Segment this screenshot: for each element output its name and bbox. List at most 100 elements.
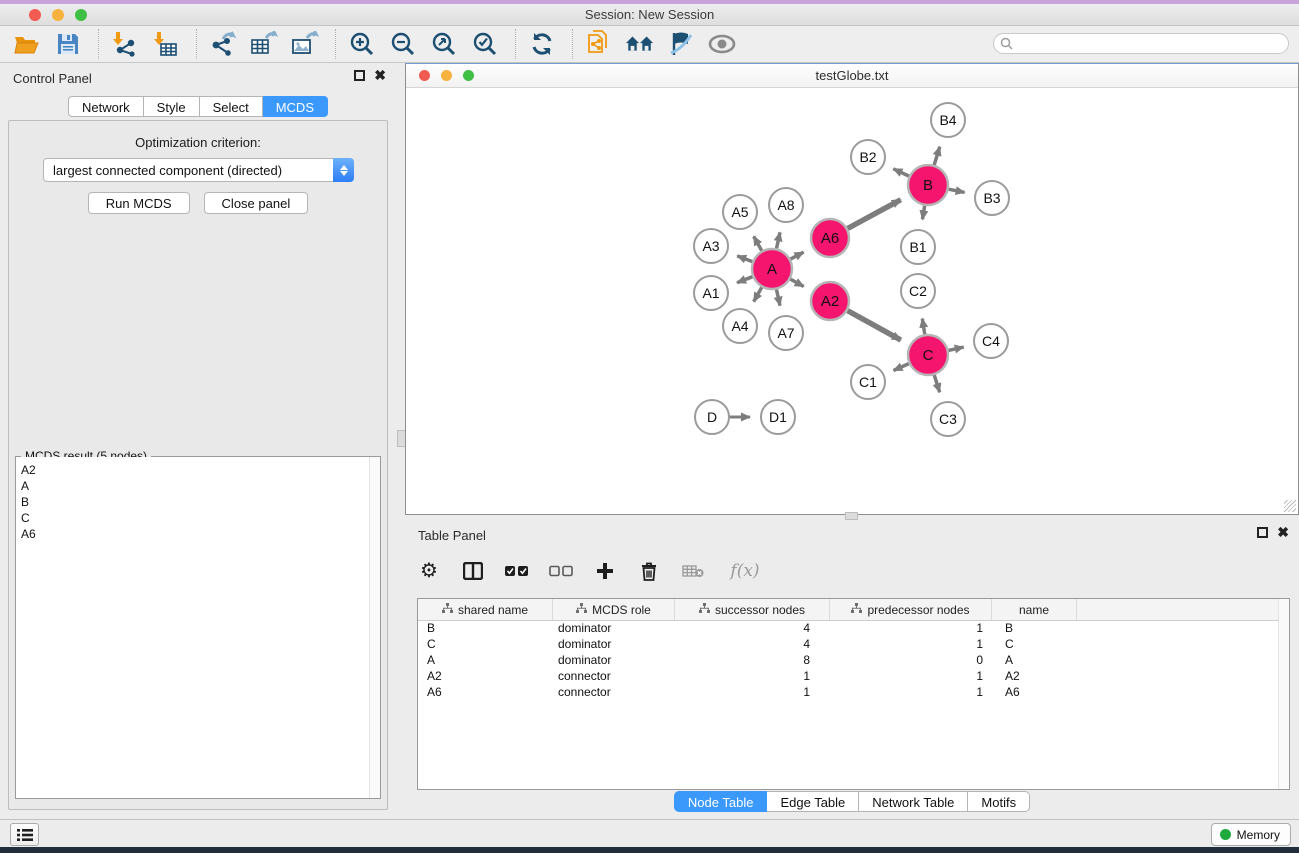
save-session-icon[interactable] [53,29,83,59]
export-table-icon[interactable] [249,29,279,59]
close-panel-icon[interactable]: ✖ [1277,527,1289,538]
graph-node-label: C4 [982,333,1000,349]
table-header-row: shared nameMCDS rolesuccessor nodesprede… [418,599,1289,621]
float-panel-icon[interactable] [354,70,365,81]
graph-edge-A-A2[interactable] [790,279,803,286]
table-cell: C [992,637,1077,653]
criterion-dropdown[interactable]: largest connected component (directed) [43,158,354,182]
tab-network-table[interactable]: Network Table [859,791,968,812]
run-mcds-button[interactable]: Run MCDS [88,192,190,214]
zoom-in-icon[interactable] [347,29,377,59]
table-row[interactable]: Cdominator41C [418,637,1289,653]
zoom-selected-icon[interactable] [470,29,500,59]
table-row[interactable]: Adominator80A [418,653,1289,669]
mcds-result-item[interactable]: A2 [16,457,380,478]
hierarchy-icon [699,603,710,617]
column-header-name[interactable]: name [992,599,1077,620]
graph-edge-A6-B[interactable] [848,200,901,229]
memory-button[interactable]: Memory [1211,823,1291,846]
graph-edge-A-A7[interactable] [776,290,780,306]
graph-edge-C-C4[interactable] [948,347,963,350]
table-panel-tabs: Node TableEdge TableNetwork TableMotifs [405,791,1299,812]
graph-edge-C-C2[interactable] [922,319,924,335]
columns-icon[interactable] [461,559,485,583]
graph-edge-A2-C[interactable] [848,311,901,340]
export-image-icon[interactable] [290,29,320,59]
zoom-out-icon[interactable] [388,29,418,59]
graph-edge-C-C3[interactable] [934,375,939,392]
export-network-icon[interactable] [208,29,238,59]
table-cell: 1 [675,669,830,685]
delete-column-icon[interactable] [637,559,661,583]
table-row[interactable]: Bdominator41B [418,621,1289,637]
resize-grip-icon[interactable] [1284,500,1296,512]
table-cell: 1 [830,669,992,685]
add-column-icon[interactable] [593,559,617,583]
refresh-layout-icon[interactable] [527,29,557,59]
tab-select[interactable]: Select [200,96,263,117]
tab-node-table[interactable]: Node Table [674,791,768,812]
tab-mcds[interactable]: MCDS [263,96,328,117]
mcds-result-list[interactable]: A2ABCA6 [16,457,380,798]
network-file-icon[interactable] [584,29,614,59]
graph-edge-A-A4[interactable] [754,287,762,301]
settings-gear-icon[interactable]: ⚙ [417,559,441,583]
show-graphics-icon[interactable] [707,29,737,59]
hide-graphics-icon[interactable] [666,29,696,59]
graph-edge-A-A1[interactable] [737,277,752,283]
column-header-shared-name[interactable]: shared name [418,599,553,620]
open-file-icon[interactable] [12,29,42,59]
graph-edge-B-B1[interactable] [922,206,924,220]
float-panel-icon[interactable] [1257,527,1268,538]
import-table-icon[interactable] [151,29,181,59]
tab-edge-table[interactable]: Edge Table [767,791,859,812]
task-history-button[interactable] [10,823,39,846]
node-table[interactable]: shared nameMCDS rolesuccessor nodesprede… [417,598,1290,790]
mcds-result-item[interactable]: C [16,510,380,526]
mcds-result-item[interactable]: A6 [16,526,380,542]
mcds-result-item[interactable]: A [16,478,380,494]
graph-edge-B-B3[interactable] [949,189,965,192]
tab-style[interactable]: Style [144,96,200,117]
table-scrollbar[interactable] [1278,599,1289,789]
network-canvas[interactable]: AA1A2A3A4A5A6A7A8BB1B2B3B4CC1C2C3C4DD1 [406,87,1298,514]
close-panel-icon[interactable]: ✖ [374,70,386,81]
home-icon[interactable] [625,29,655,59]
table-cell: 1 [830,621,992,637]
graph-edge-B-B4[interactable] [934,147,940,165]
function-builder-icon[interactable]: f(x) [725,559,765,583]
memory-status-icon [1220,829,1231,840]
graph-edge-A-A5[interactable] [754,236,762,250]
table-row[interactable]: A2connector11A2 [418,669,1289,685]
mcds-list-scrollbar[interactable] [369,457,380,798]
table-row[interactable]: A6connector11A6 [418,685,1289,701]
delete-table-icon[interactable] [681,559,705,583]
search-input[interactable] [993,33,1289,54]
graph-edge-C-C1[interactable] [894,364,909,371]
graph-edge-A-A6[interactable] [791,252,804,259]
close-panel-button[interactable]: Close panel [204,192,309,214]
hierarchy-icon [576,603,587,617]
graph-node-label: A3 [702,238,719,254]
main-titlebar: Session: New Session [0,4,1299,26]
mcds-result-item[interactable]: B [16,494,380,510]
select-all-icon[interactable] [505,559,529,583]
import-network-icon[interactable] [110,29,140,59]
hierarchy-icon [442,603,453,617]
graph-node-label: A [767,261,777,278]
horizontal-divider-handle[interactable] [845,512,858,520]
column-header-successor-nodes[interactable]: successor nodes [675,599,830,620]
table-body: Bdominator41BCdominator41CAdominator80AA… [418,621,1289,701]
graph-edge-A-A8[interactable] [776,232,780,248]
zoom-fit-icon[interactable] [429,29,459,59]
column-header-predecessor-nodes[interactable]: predecessor nodes [830,599,992,620]
column-header-MCDS-role[interactable]: MCDS role [553,599,675,620]
deselect-all-icon[interactable] [549,559,573,583]
toolbar-separator [196,29,198,59]
graph-edge-A-A3[interactable] [737,256,752,262]
tab-network[interactable]: Network [68,96,144,117]
tab-motifs[interactable]: Motifs [968,791,1030,812]
graph-edge-B-B2[interactable] [893,169,909,176]
network-window-titlebar[interactable]: testGlobe.txt [406,64,1298,88]
table-cell: A2 [418,669,553,685]
